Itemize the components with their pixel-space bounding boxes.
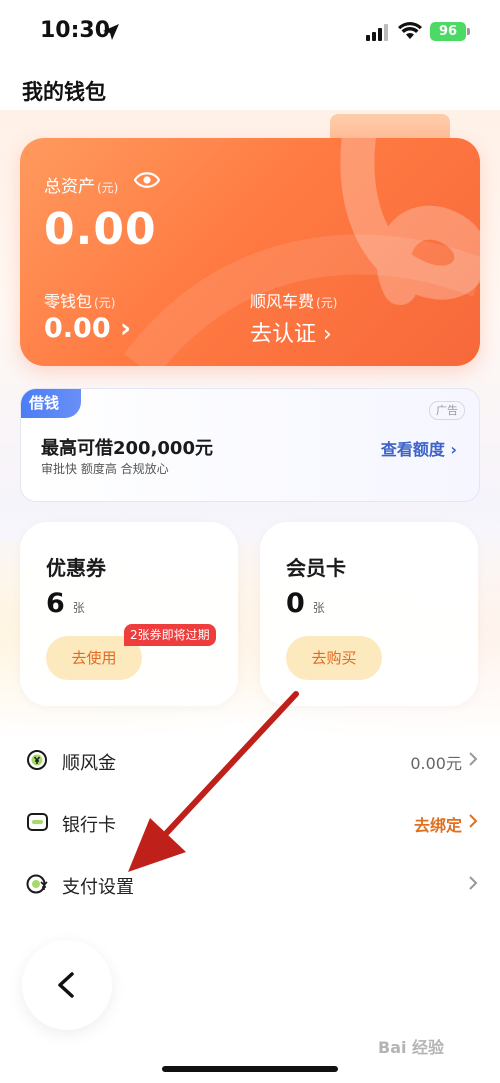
total-assets-value: 0.00 (44, 204, 157, 255)
borrow-tag: 借钱 (21, 389, 81, 418)
list-item-label: 银行卡 (62, 815, 116, 836)
member-card[interactable]: 会员卡 0张 去购买 (260, 522, 478, 706)
battery-cap (467, 28, 470, 35)
list-item-bank-card[interactable]: 银行卡 去绑定 (0, 798, 500, 846)
expiring-badge: 2张券即将过期 (124, 624, 216, 646)
view-quota-link[interactable]: 查看额度 › (381, 436, 457, 460)
chevron-right-icon (469, 876, 478, 890)
list-item-label: 顺风金 (62, 753, 116, 774)
borrow-subtitle: 审批快 额度高 合规放心 (41, 462, 169, 476)
chevron-right-icon (469, 814, 478, 828)
wallet-label: 零钱包 (元) (44, 292, 116, 311)
battery-icon: 96 (430, 22, 466, 41)
member-count: 0张 (286, 588, 325, 619)
wifi-icon (398, 22, 422, 39)
bind-card-link[interactable]: 去绑定 (414, 812, 462, 836)
verify-link[interactable]: 去认证 › (250, 316, 332, 348)
status-bar: 10:30 96 (0, 0, 500, 64)
yuan-coin-icon (27, 750, 47, 770)
home-indicator (162, 1066, 338, 1072)
list-item-value: 0.00元 (410, 754, 462, 773)
back-button[interactable] (22, 940, 112, 1030)
watermark: Bai 经验 (378, 1038, 445, 1057)
coupon-count: 6张 (46, 588, 85, 619)
member-title: 会员卡 (286, 556, 346, 580)
chevron-left-icon (58, 972, 74, 998)
buy-member-button[interactable]: 去购买 (286, 636, 382, 680)
location-arrow-icon (103, 24, 119, 40)
list-item-label: 支付设置 (62, 877, 134, 898)
payment-settings-icon (26, 874, 48, 894)
list-item-shunfeng-gold[interactable]: 顺风金 0.00元 (0, 736, 500, 784)
list-item-payment-settings[interactable]: 支付设置 (0, 860, 500, 908)
status-time: 10:30 (40, 18, 111, 43)
coupon-title: 优惠券 (46, 556, 106, 580)
borrow-card[interactable]: 借钱 广告 最高可借200,000元 审批快 额度高 合规放心 查看额度 › (20, 388, 480, 502)
total-assets-label: 总资产 (元) (44, 177, 119, 197)
signal-icon (366, 24, 388, 41)
ad-badge: 广告 (429, 401, 465, 420)
asset-card[interactable]: 总资产 (元) 0.00 零钱包 (元) 0.00 › 顺风车费 (元) 去认证 › (20, 138, 480, 366)
chevron-right-icon (469, 752, 478, 766)
borrow-title: 最高可借200,000元 (41, 438, 213, 459)
page-title: 我的钱包 (22, 80, 106, 104)
bank-card-icon (27, 813, 48, 831)
wallet-value-link[interactable]: 0.00 › (44, 313, 131, 344)
coupon-card[interactable]: 优惠券 6张 去使用 2张券即将过期 (20, 522, 238, 706)
ride-fare-label: 顺风车费 (元) (250, 292, 338, 311)
eye-icon[interactable] (134, 169, 160, 191)
